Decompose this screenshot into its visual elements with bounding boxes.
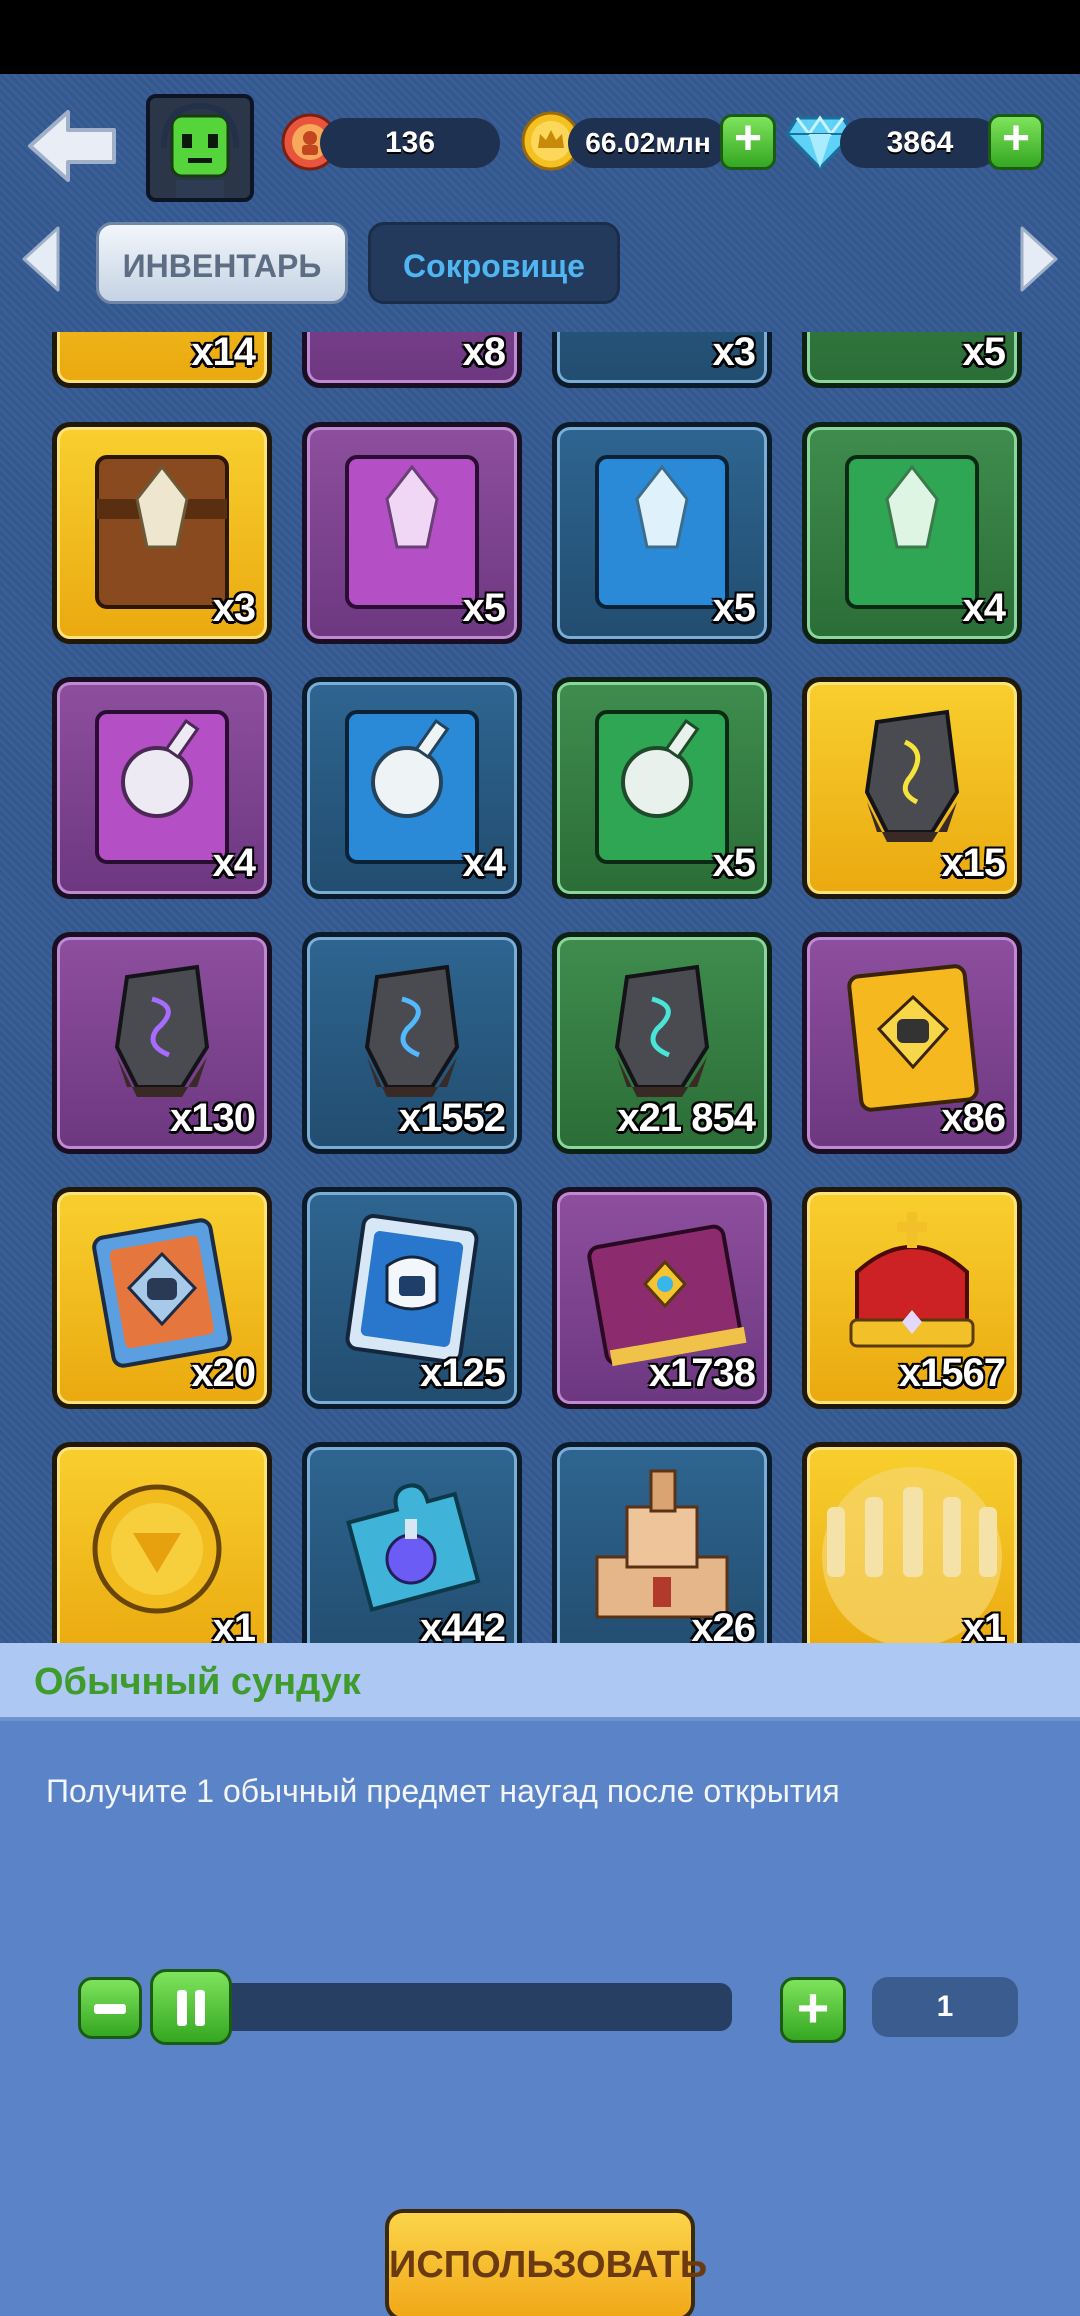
item-quantity: x4	[212, 841, 256, 885]
quantity-value: 1	[872, 1977, 1018, 2037]
gems-value: 3864	[840, 118, 1000, 168]
stamina-value: 136	[320, 118, 500, 168]
item-quantity: x86	[941, 1096, 1006, 1140]
inventory-item[interactable]: x1	[52, 1442, 272, 1664]
item-quantity: x1567	[898, 1351, 1006, 1395]
inventory-item[interactable]: x26	[552, 1442, 772, 1664]
item-quantity: x15	[941, 841, 1006, 885]
inventory-item[interactable]: x4	[52, 677, 272, 899]
top-bar: 136 66.02млн + 3864 +	[0, 74, 1080, 209]
inventory-item[interactable]: x5	[552, 677, 772, 899]
inventory-item[interactable]: x125	[302, 1187, 522, 1409]
inventory-item[interactable]: x5	[302, 422, 522, 644]
use-button[interactable]: ИСПОЛЬЗОВАТЬ	[385, 2209, 707, 2316]
item-quantity: x1552	[398, 1096, 506, 1140]
game-screen: 136 66.02млн + 3864 + ИНВЕНТАРЬ Сокровищ…	[0, 74, 1080, 2316]
inventory-item[interactable]: x4	[302, 677, 522, 899]
inventory-item[interactable]: x1552	[302, 932, 522, 1154]
inventory-item[interactable]: x20	[52, 1187, 272, 1409]
inventory-item[interactable]: x5	[552, 422, 772, 644]
item-quantity: x4	[462, 841, 506, 885]
inventory-item[interactable]: x4	[802, 422, 1022, 644]
quantity-slider-thumb[interactable]	[150, 1969, 232, 2045]
inventory-item[interactable]: x5	[802, 332, 1022, 388]
inventory-item[interactable]: x1567	[802, 1187, 1022, 1409]
tabs-prev-arrow-icon[interactable]	[18, 224, 62, 294]
back-button[interactable]	[22, 104, 122, 188]
item-title: Обычный сундук	[0, 1643, 1080, 1721]
inventory-item[interactable]: x3	[52, 422, 272, 644]
back-arrow-icon	[28, 110, 116, 182]
inventory-item[interactable]: x1	[802, 1442, 1022, 1664]
item-detail-panel: Обычный сундук Получите 1 обычный предме…	[0, 1643, 1080, 2316]
add-gems-button[interactable]: +	[988, 114, 1044, 170]
item-quantity: x5	[962, 332, 1006, 374]
item-quantity: x20	[191, 1351, 256, 1395]
item-quantity: x5	[712, 586, 756, 630]
inventory-grid: x14 x8 x3 x5 x3 x5 x5 x4 x4 x4 x5 x15 x1…	[0, 332, 1080, 1717]
inventory-item[interactable]: x442	[302, 1442, 522, 1664]
tabs-next-arrow-icon[interactable]	[1018, 224, 1062, 294]
robot-avatar-icon	[150, 98, 250, 198]
decrease-quantity-button[interactable]	[78, 1977, 142, 2039]
item-quantity: x3	[712, 332, 756, 374]
inventory-item[interactable]: x15	[802, 677, 1022, 899]
item-quantity: x1738	[648, 1351, 756, 1395]
inventory-item[interactable]: x1738	[552, 1187, 772, 1409]
tab-treasure[interactable]: Сокровище	[368, 222, 620, 304]
item-description: Получите 1 обычный предмет наугад после …	[46, 1773, 840, 1809]
quantity-slider-track[interactable]	[150, 1983, 732, 2031]
add-gold-button[interactable]: +	[720, 114, 776, 170]
item-quantity: x125	[420, 1351, 506, 1395]
inventory-item[interactable]: x86	[802, 932, 1022, 1154]
item-quantity: x5	[462, 586, 506, 630]
item-quantity: x8	[462, 332, 506, 374]
item-quantity: x130	[170, 1096, 256, 1140]
inventory-item[interactable]: x3	[552, 332, 772, 388]
tab-inventory[interactable]: ИНВЕНТАРЬ	[96, 222, 348, 304]
item-quantity: x4	[962, 586, 1006, 630]
inventory-item[interactable]: x21 854	[552, 932, 772, 1154]
item-quantity: x5	[712, 841, 756, 885]
item-quantity: x14	[191, 332, 256, 374]
item-quantity: x21 854	[617, 1096, 756, 1140]
inventory-item[interactable]: x8	[302, 332, 522, 388]
inventory-item[interactable]: x14	[52, 332, 272, 388]
increase-quantity-button[interactable]: +	[780, 1977, 846, 2043]
gold-value: 66.02млн	[568, 118, 728, 168]
inventory-item[interactable]: x130	[52, 932, 272, 1154]
player-avatar[interactable]	[146, 94, 254, 202]
item-quantity: x3	[212, 586, 256, 630]
